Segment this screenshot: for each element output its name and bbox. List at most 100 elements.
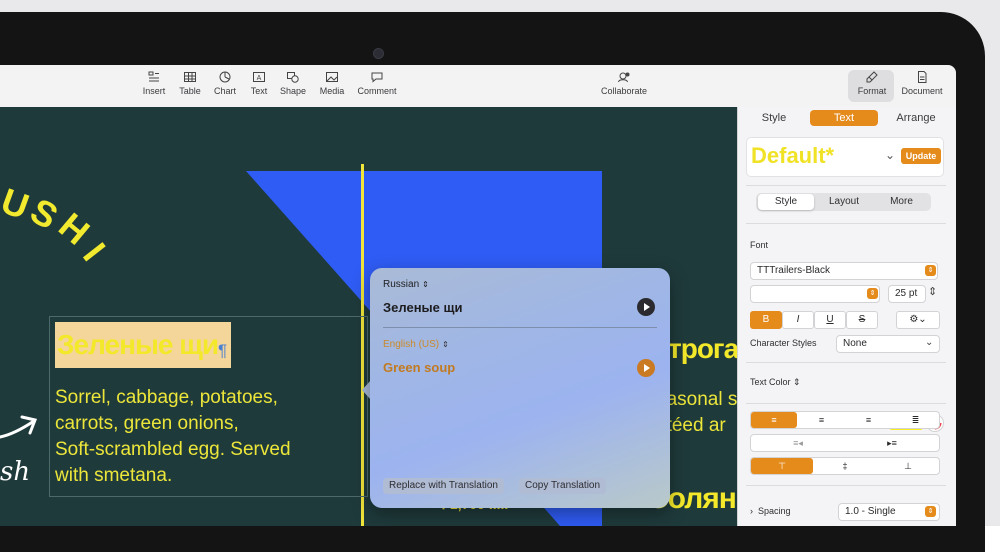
dish-description[interactable]: Sorrel, cabbage, potatoes, carrots, gree… <box>55 385 355 489</box>
toolbar-label: Insert <box>142 86 166 96</box>
toolbar-label: Collaborate <box>600 86 648 96</box>
font-family-value: TTTrailers-Black <box>757 265 830 276</box>
shape-icon <box>287 72 299 83</box>
align-bottom-button[interactable]: ⊥ <box>877 458 939 474</box>
toolbar-text[interactable]: A Text <box>248 71 270 96</box>
character-styles-label: Character Styles <box>750 338 817 348</box>
gear-icon: ⚙︎⌄ <box>909 314 927 325</box>
font-size-field[interactable]: 25 pt <box>888 285 926 303</box>
toolbar-label: Text <box>250 86 268 96</box>
text-subtabs: Style Layout More <box>756 193 931 211</box>
toolbar-label: Media <box>319 86 345 96</box>
increase-indent-button[interactable]: ▸≡ <box>845 435 939 451</box>
script-text-fragment: sh <box>0 457 31 487</box>
toolbar-table[interactable]: Table <box>178 71 202 96</box>
toolbar-insert[interactable]: Insert <box>141 71 167 96</box>
target-language-picker[interactable]: English (US) ⇕ <box>383 339 449 350</box>
toolbar-comment[interactable]: Comment <box>357 71 397 96</box>
decrease-indent-button[interactable]: ≡◂ <box>751 435 845 451</box>
tab-text[interactable]: Text <box>810 110 878 126</box>
divider <box>746 403 946 404</box>
paragraph-style-picker[interactable]: Default* ⌄ Update <box>746 137 944 177</box>
toolbar-label: Chart <box>213 86 236 96</box>
toolbar-label: Shape <box>280 86 307 96</box>
divider <box>746 485 946 486</box>
chevron-updown-icon: ⇕ <box>925 265 936 276</box>
align-center-button[interactable]: ≡ <box>798 412 845 428</box>
spacing-picker[interactable]: 1.0 - Single ⇕ <box>838 503 940 521</box>
align-right-button[interactable]: ≡ <box>845 412 892 428</box>
toolbar-chart[interactable]: Chart <box>213 71 237 96</box>
document-icon <box>918 71 927 83</box>
translated-text: Green soup <box>383 360 456 375</box>
italic-button[interactable]: I <box>782 311 814 329</box>
play-icon <box>637 298 655 316</box>
divider <box>746 362 946 363</box>
update-style-button[interactable]: Update <box>901 148 941 164</box>
strikethrough-button[interactable]: S <box>846 311 878 329</box>
chevron-updown-icon: ⇕ <box>925 506 936 517</box>
align-left-button[interactable]: ≡ <box>751 412 797 428</box>
align-top-button[interactable]: ⊤ <box>751 458 813 474</box>
document-canvas[interactable]: U S H I sh Зеленые щи ¶ Sorrel, cabbage,… <box>0 107 739 526</box>
text-icon: A <box>253 72 265 82</box>
second-dish-heading: трога <box>668 333 739 364</box>
subtab-more[interactable]: More <box>874 194 929 210</box>
toolbar-media[interactable]: Media <box>318 71 346 96</box>
chevron-updown-icon: ⇕ <box>422 280 429 289</box>
inspector-tabs: Style Text Arrange <box>738 107 956 129</box>
spacing-disclosure[interactable]: › Spacing <box>750 506 791 516</box>
font-label: Font <box>750 240 769 250</box>
bold-button[interactable]: B <box>750 311 782 329</box>
character-styles-value: None <box>843 338 867 349</box>
chart-icon <box>219 71 231 83</box>
play-icon <box>637 359 655 377</box>
svg-text:A: A <box>257 75 262 82</box>
underline-button[interactable]: U <box>814 311 846 329</box>
alignment-control: ≡ ≡ ≡ ≣ <box>750 411 940 429</box>
play-translation-button[interactable] <box>637 359 655 377</box>
vertical-alignment-control: ⊤ ‡ ⊥ <box>750 457 940 475</box>
font-size-value: 25 pt <box>895 288 918 299</box>
subtab-style[interactable]: Style <box>758 194 814 210</box>
table-icon <box>184 72 196 82</box>
toolbar-shape[interactable]: Shape <box>280 71 306 96</box>
font-typeface-picker[interactable]: ⇕ <box>750 285 880 303</box>
paragraph-style-name: Default* <box>751 143 835 168</box>
tab-style[interactable]: Style <box>746 110 802 126</box>
description-line: with smetana. <box>55 465 173 486</box>
tab-arrange[interactable]: Arrange <box>886 110 946 126</box>
target-language: English (US) <box>383 339 440 350</box>
spacing-value: 1.0 - Single <box>845 506 896 517</box>
source-language-picker[interactable]: Russian ⇕ <box>383 279 429 290</box>
align-middle-button[interactable]: ‡ <box>814 458 876 474</box>
source-language: Russian <box>383 279 420 290</box>
character-styles-picker[interactable]: None ⌄ <box>836 335 940 353</box>
toolbar-format[interactable]: Format <box>855 71 889 96</box>
insert-icon <box>148 71 159 82</box>
font-size-stepper[interactable]: ⇕ <box>928 285 937 298</box>
popover-divider <box>383 327 657 328</box>
description-line: Soft-scrambled egg. Served <box>55 439 291 460</box>
subtab-layout[interactable]: Layout <box>816 194 872 210</box>
dish-heading[interactable]: Зеленые щи <box>57 329 219 361</box>
chevron-down-icon[interactable]: ⌄ <box>885 148 895 162</box>
text-options-button[interactable]: ⚙︎⌄ <box>896 311 940 329</box>
text-color-label[interactable]: Text Color ⇕ <box>750 377 801 388</box>
justify-button[interactable]: ≣ <box>892 412 939 428</box>
pages-window: Insert Table Chart A Text Shape Media Co… <box>0 65 956 526</box>
chevron-updown-icon: ⇕ <box>867 288 878 299</box>
text-color-label-text: Text Color <box>750 377 791 387</box>
toolbar-collaborate[interactable]: Collaborate <box>599 71 649 96</box>
paintbrush-icon <box>866 71 878 83</box>
copy-translation-button[interactable]: Copy Translation <box>519 478 607 494</box>
translation-popover: Russian ⇕ Зеленые щи English (US) ⇕ Green … <box>370 268 670 508</box>
toolbar-document[interactable]: Document <box>899 71 945 96</box>
format-inspector: Style Text Arrange Default* ⌄ Update Sty… <box>737 107 956 526</box>
media-icon <box>326 72 338 82</box>
replace-with-translation-button[interactable]: Replace with Translation <box>383 478 504 494</box>
font-family-picker[interactable]: TTTrailers-Black ⇕ <box>750 262 938 280</box>
play-source-button[interactable] <box>637 298 655 316</box>
description-line: Sorrel, cabbage, potatoes, <box>55 387 278 408</box>
toolbar-label: Format <box>857 86 887 96</box>
